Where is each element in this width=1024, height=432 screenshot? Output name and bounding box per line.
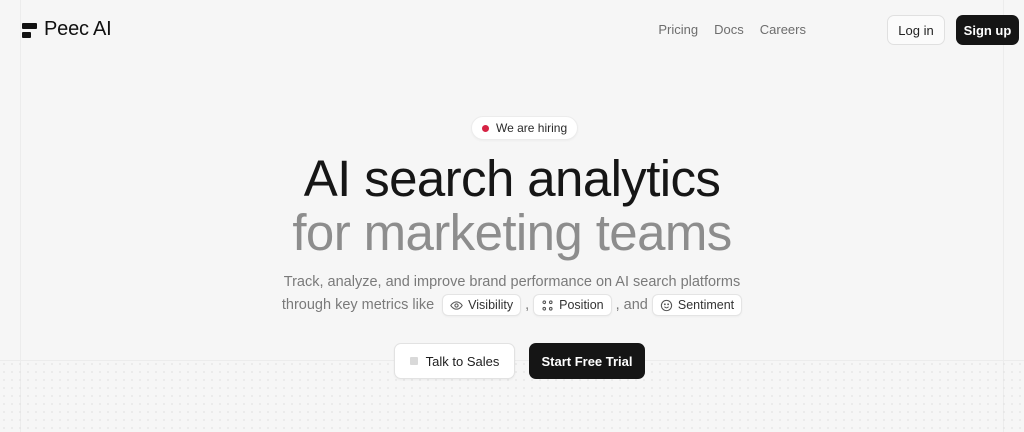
subtitle-line-2: through key metrics like Visibility , Po…	[0, 294, 1024, 316]
talk-to-sales-button[interactable]: Talk to Sales	[394, 343, 515, 379]
signup-button[interactable]: Sign up	[956, 15, 1019, 45]
subtitle-line-1: Track, analyze, and improve brand perfor…	[283, 274, 741, 290]
eye-icon	[450, 300, 463, 310]
metric-visibility-label: Visibility	[468, 298, 514, 312]
metric-chip-position: Position	[533, 294, 612, 316]
subtitle-prefix: through key metrics like	[281, 297, 435, 313]
metric-chip-sentiment: Sentiment	[651, 294, 743, 316]
brand-logo[interactable]: Peec AI	[22, 18, 112, 41]
headline-primary: AI search analytics	[303, 150, 721, 207]
headline-secondary: for marketing teams	[292, 204, 732, 261]
square-icon	[409, 357, 418, 365]
landing-page: Peec AI Pricing Docs Careers Log in Sign…	[0, 0, 1024, 432]
hiring-badge[interactable]: We are hiring	[471, 116, 579, 140]
hiring-badge-label: We are hiring	[496, 121, 568, 135]
position-icon	[542, 299, 553, 311]
talk-to-sales-label: Talk to Sales	[425, 353, 500, 369]
login-button[interactable]: Log in	[887, 15, 945, 45]
separator-comma: ,	[525, 297, 530, 313]
metric-chip-visibility: Visibility	[442, 294, 522, 316]
status-dot-icon	[482, 124, 489, 132]
nav-link-docs[interactable]: Docs	[714, 22, 744, 37]
separator-and: , and	[615, 297, 648, 313]
metric-sentiment-label: Sentiment	[677, 298, 735, 312]
smiley-icon	[660, 299, 673, 311]
metric-position-label: Position	[559, 298, 604, 312]
brand-name: Peec AI	[44, 18, 112, 40]
nav-link-pricing[interactable]: Pricing	[658, 22, 698, 37]
nav-link-careers[interactable]: Careers	[760, 22, 806, 37]
logo-icon	[22, 21, 38, 39]
top-nav: Pricing Docs Careers	[658, 22, 806, 37]
start-free-trial-button[interactable]: Start Free Trial	[529, 343, 645, 379]
